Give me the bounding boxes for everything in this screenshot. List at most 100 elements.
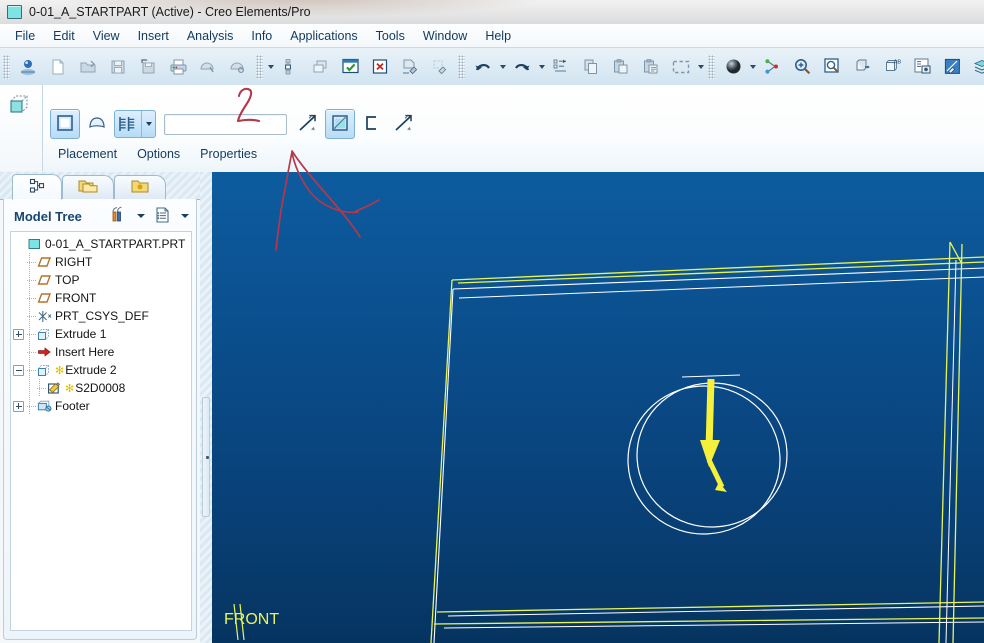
model-tree[interactable]: 0-01_A_STARTPART.PRT RIGHT TOP FRONT PRT… — [10, 231, 192, 631]
undo-button[interactable] — [469, 53, 497, 81]
display-style-button[interactable] — [719, 53, 747, 81]
datum-display-button[interactable] — [758, 53, 786, 81]
paste-button[interactable] — [607, 53, 635, 81]
erase-current-button[interactable] — [396, 53, 424, 81]
save-a-copy-icon — [139, 58, 157, 76]
menu-file[interactable]: File — [6, 26, 44, 46]
tree-expander-plus[interactable] — [13, 328, 24, 340]
regenerate-icon — [282, 58, 298, 76]
new-session-button[interactable] — [14, 53, 42, 81]
regenerate-model-button[interactable] — [276, 53, 304, 81]
tree-row-sketch[interactable]: ✻ S2D0008 — [13, 379, 191, 397]
redo-menu-arrow[interactable] — [537, 57, 546, 77]
tree-settings-button[interactable] — [152, 205, 174, 227]
paste-special-button[interactable] — [637, 53, 665, 81]
solid-extrude-toggle[interactable] — [50, 109, 80, 139]
zoom-in-button[interactable] — [788, 53, 816, 81]
tree-label: Footer — [55, 399, 90, 413]
flip-depth-direction-button[interactable] — [293, 109, 323, 139]
flip-material-icon — [393, 113, 415, 136]
menu-help[interactable]: Help — [476, 26, 520, 46]
menu-edit[interactable]: Edit — [44, 26, 84, 46]
toolbar-grip-2[interactable] — [256, 54, 263, 79]
folder-browser-tab[interactable] — [62, 175, 114, 199]
depth-value-input[interactable] — [164, 113, 287, 135]
folder-browser-icon — [77, 177, 99, 198]
tree-expander-minus[interactable] — [13, 364, 24, 376]
send-link-button[interactable] — [224, 53, 252, 81]
menu-window[interactable]: Window — [414, 26, 476, 46]
appearance-gallery-button[interactable] — [938, 53, 966, 81]
open-file-button[interactable] — [74, 53, 102, 81]
datum-plane-tag-front[interactable]: FRONT — [224, 611, 279, 628]
tree-guide — [26, 289, 36, 307]
send-to-mail-button[interactable] — [194, 53, 222, 81]
menu-analysis[interactable]: Analysis — [178, 26, 243, 46]
toolbar-grip-4[interactable] — [708, 54, 715, 79]
remove-material-toggle[interactable] — [325, 109, 355, 139]
toolbar-grip[interactable] — [3, 54, 10, 79]
surface-extrude-toggle[interactable] — [82, 109, 112, 139]
tree-guide — [26, 397, 36, 415]
tree-row-extrude-1[interactable]: Extrude 1 — [13, 325, 191, 343]
tree-guide — [26, 271, 36, 289]
graphics-window[interactable]: FRONT — [212, 172, 984, 643]
save-button[interactable] — [104, 53, 132, 81]
tab-options[interactable]: Options — [127, 145, 190, 163]
print-button[interactable] — [164, 53, 192, 81]
tree-label: Extrude 2 — [65, 363, 117, 377]
regenerate-button[interactable] — [547, 53, 575, 81]
regenerate-menu-arrow[interactable] — [266, 57, 275, 77]
tree-expander-plus[interactable] — [13, 400, 24, 412]
save-a-copy-button[interactable] — [134, 53, 162, 81]
close-window-button[interactable] — [366, 53, 394, 81]
saved-views-button[interactable] — [848, 53, 876, 81]
model-tree-tab[interactable] — [12, 174, 62, 200]
tab-placement[interactable]: Placement — [48, 145, 127, 163]
tree-row-coordinate-system[interactable]: PRT_CSYS_DEF — [13, 307, 191, 325]
toolbar-grip-3[interactable] — [458, 54, 465, 79]
copy-button[interactable] — [577, 53, 605, 81]
redo-button[interactable] — [508, 53, 536, 81]
tree-row-datum-top[interactable]: TOP — [13, 271, 191, 289]
layer-manager-button[interactable] — [908, 53, 936, 81]
depth-direction-arrow[interactable] — [681, 374, 741, 492]
refit-button[interactable] — [818, 53, 846, 81]
tree-row-datum-right[interactable]: RIGHT — [13, 253, 191, 271]
tree-label: TOP — [55, 273, 80, 287]
tab-properties[interactable]: Properties — [190, 145, 267, 163]
activate-window-button[interactable] — [306, 53, 334, 81]
tree-settings-menu-arrow[interactable] — [174, 205, 196, 227]
tree-row-part[interactable]: 0-01_A_STARTPART.PRT — [13, 235, 191, 253]
annotation-display-button[interactable]: AB — [878, 53, 906, 81]
menu-info[interactable]: Info — [242, 26, 281, 46]
splitter-handle[interactable] — [202, 397, 210, 517]
undo-menu-arrow[interactable] — [498, 57, 507, 77]
tree-row-datum-front[interactable]: FRONT — [13, 289, 191, 307]
favorites-tab[interactable] — [114, 175, 166, 199]
menu-applications[interactable]: Applications — [281, 26, 366, 46]
depth-option-menu-arrow[interactable] — [141, 111, 155, 137]
layers-button[interactable] — [968, 53, 984, 81]
tree-row-insert-here[interactable]: Insert Here — [13, 343, 191, 361]
settings-list-icon — [154, 206, 172, 227]
flip-material-side-button[interactable] — [389, 109, 419, 139]
part-icon — [26, 236, 43, 252]
menu-view[interactable]: View — [84, 26, 129, 46]
menu-insert[interactable]: Insert — [129, 26, 178, 46]
depth-option-button[interactable] — [114, 110, 156, 138]
select-menu-arrow[interactable] — [696, 57, 705, 77]
tree-row-footer[interactable]: Footer — [13, 397, 191, 415]
check-active-window-button[interactable] — [336, 53, 364, 81]
print-icon — [169, 58, 188, 76]
erase-not-displayed-button[interactable] — [426, 53, 454, 81]
select-items-button[interactable] — [667, 53, 695, 81]
thicken-sketch-toggle[interactable] — [357, 109, 387, 139]
menu-tools[interactable]: Tools — [367, 26, 414, 46]
tree-row-extrude-2[interactable]: ✻ Extrude 2 — [13, 361, 191, 379]
erase-current-icon — [401, 58, 419, 76]
new-file-button[interactable] — [44, 53, 72, 81]
display-style-menu-arrow[interactable] — [748, 57, 757, 77]
tree-filters-menu-arrow[interactable] — [130, 205, 152, 227]
tree-filters-button[interactable] — [108, 205, 130, 227]
